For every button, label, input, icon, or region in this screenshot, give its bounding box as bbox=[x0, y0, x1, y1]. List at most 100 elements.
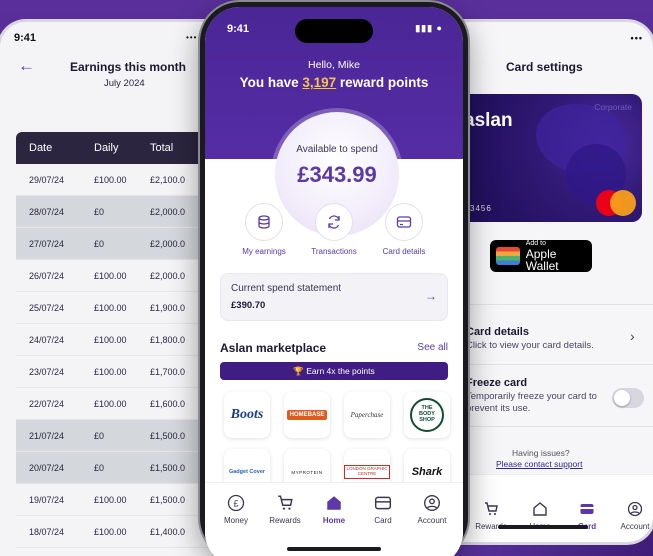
nav-item-rewards[interactable]: Rewards bbox=[260, 493, 310, 525]
table-row: 20/07/24 £0 £1,500.0 bbox=[16, 452, 212, 484]
reward-points-value[interactable]: 3,197 bbox=[302, 75, 336, 90]
marketplace-title: Aslan marketplace bbox=[220, 341, 327, 355]
cell-date: 23/07/24 bbox=[29, 366, 65, 377]
spend-statement-card[interactable]: Current spend statement £390.70 → bbox=[220, 273, 448, 321]
table-row: 28/07/24 £0 £2,000.0 bbox=[16, 196, 212, 228]
cell-date: 24/07/24 bbox=[29, 334, 65, 345]
nav-item-account[interactable]: Account bbox=[610, 499, 653, 531]
card-details-row[interactable]: Card details Click to view your card det… bbox=[466, 326, 646, 352]
chevron-right-icon[interactable]: › bbox=[630, 328, 635, 344]
see-all-link[interactable]: See all bbox=[417, 342, 448, 353]
arrow-right-icon: → bbox=[425, 289, 437, 303]
card-number: 3456 bbox=[470, 204, 492, 213]
spend-statement-title: Current spend statement bbox=[231, 283, 342, 294]
cell-date: 28/07/24 bbox=[29, 206, 65, 217]
brand-tile-paperchase[interactable]: Paperchase bbox=[344, 392, 390, 438]
cell-date: 27/07/24 bbox=[29, 238, 65, 249]
cell-daily: £100.00 bbox=[94, 270, 127, 281]
add-to-apple-wallet-button[interactable]: Add to Apple Wallet bbox=[490, 240, 592, 272]
cell-daily: £0 bbox=[94, 462, 105, 473]
freeze-card-title: Freeze card bbox=[466, 377, 528, 389]
wallet-label-small: Add to bbox=[525, 240, 546, 247]
cell-daily: £100.00 bbox=[94, 302, 127, 313]
cell-daily: £0 bbox=[94, 238, 105, 249]
divider bbox=[458, 364, 653, 365]
wallet-label: Apple Wallet bbox=[525, 247, 559, 273]
back-arrow-icon[interactable]: ← bbox=[18, 56, 35, 76]
transactions-button[interactable]: Transactions bbox=[294, 203, 374, 256]
status-time: 9:41 bbox=[14, 32, 37, 44]
brand-tile-body-shop[interactable]: THE BODY SHOP bbox=[404, 392, 450, 438]
available-label: Available to spend bbox=[296, 144, 378, 155]
card-icon bbox=[385, 203, 423, 241]
column-header-date: Date bbox=[29, 142, 53, 154]
mastercard-icon bbox=[596, 190, 636, 216]
table-row: 27/07/24 £0 £2,000.0 bbox=[16, 228, 212, 260]
table-row: 18/07/24 £100.00 £1,400.0 bbox=[16, 516, 212, 548]
trophy-icon: 🏆 bbox=[293, 366, 304, 376]
brand-tile-homebase[interactable]: HOMEBASE bbox=[284, 392, 330, 438]
center-phone: 9:41 ▮▮▮ ● Hello, Mike You have 3,197 re… bbox=[200, 2, 468, 556]
card-tag: Corporate bbox=[594, 102, 632, 112]
divider bbox=[458, 426, 653, 427]
account-icon bbox=[610, 499, 653, 519]
card-icon bbox=[562, 499, 612, 519]
status-icons: ••• bbox=[186, 33, 198, 42]
bottom-nav: Rewards Home Card Account bbox=[440, 474, 653, 542]
wallet-icon bbox=[496, 247, 520, 265]
column-header-daily: Daily bbox=[94, 142, 119, 154]
card-details-title: Card details bbox=[466, 326, 529, 338]
svg-text:£: £ bbox=[233, 499, 238, 509]
status-time: 9:41 bbox=[227, 23, 250, 35]
home-icon bbox=[515, 499, 565, 519]
cell-daily: £100.00 bbox=[94, 494, 127, 505]
table-row: 22/07/24 £100.00 £1,600.0 bbox=[16, 388, 212, 420]
cell-daily: £100.00 bbox=[94, 334, 127, 345]
cell-daily: £100.00 bbox=[94, 174, 127, 185]
cell-daily: £100.00 bbox=[94, 398, 127, 409]
earnings-screen: 9:41 ••• ← Earnings this month July 2024… bbox=[0, 22, 212, 556]
nav-item-account[interactable]: Account bbox=[407, 493, 457, 525]
status-icons: ••• bbox=[630, 33, 643, 43]
nav-item-home[interactable]: Home bbox=[309, 493, 359, 525]
card-icon bbox=[358, 493, 408, 513]
cart-icon bbox=[466, 499, 516, 519]
table-row: 19/07/24 £100.00 £1,500.0 bbox=[16, 484, 212, 516]
cell-date: 26/07/24 bbox=[29, 270, 65, 281]
cell-daily: £100.00 bbox=[94, 366, 127, 377]
my-earnings-button[interactable]: My earnings bbox=[224, 203, 304, 256]
reward-points-headline: You have 3,197 reward points bbox=[239, 75, 429, 90]
freeze-card-row: Freeze card Temporarily freeze your card… bbox=[466, 377, 606, 416]
cell-daily: £0 bbox=[94, 206, 105, 217]
cell-date: 22/07/24 bbox=[29, 398, 65, 409]
pound-icon: £ bbox=[211, 493, 261, 513]
nav-item-money[interactable]: £ Money bbox=[211, 493, 261, 525]
status-icons: ▮▮▮ ● bbox=[415, 23, 443, 33]
freeze-card-toggle[interactable] bbox=[612, 388, 644, 408]
cell-date: 25/07/24 bbox=[29, 302, 65, 313]
table-row: 26/07/24 £100.00 £2,000.0 bbox=[16, 260, 212, 292]
brand-tile-boots[interactable]: Boots bbox=[224, 392, 270, 438]
card-details-button[interactable]: Card details bbox=[364, 203, 444, 256]
account-icon bbox=[407, 493, 457, 513]
card-details-desc: Click to view your card details. bbox=[466, 340, 594, 351]
coins-icon bbox=[245, 203, 283, 241]
contact-support-link[interactable]: Please contact support bbox=[496, 459, 582, 469]
dynamic-island bbox=[295, 19, 373, 43]
payment-card[interactable]: Corporate aslan 3456 bbox=[456, 94, 642, 222]
nav-item-card[interactable]: Card bbox=[358, 493, 408, 525]
earnings-table: Date Daily Total 29/07/24 £100.00 £2,100.0… bbox=[16, 132, 212, 556]
cart-icon bbox=[260, 493, 310, 513]
available-amount: £343.99 bbox=[297, 162, 377, 187]
card-brand-logo: aslan bbox=[464, 110, 513, 131]
page-title: Earnings this month bbox=[70, 60, 187, 74]
refresh-icon bbox=[315, 203, 353, 241]
table-row: 21/07/24 £0 £1,500.0 bbox=[16, 420, 212, 452]
bottom-nav: £ Money Rewards Home Card Account bbox=[205, 482, 463, 556]
table-header: Date Daily Total bbox=[16, 132, 212, 164]
cell-date: 29/07/24 bbox=[29, 174, 65, 185]
page-title: Card settings bbox=[506, 60, 583, 74]
cell-date: 19/07/24 bbox=[29, 494, 65, 505]
earn-points-banner[interactable]: 🏆 Earn 4x the points bbox=[220, 362, 448, 380]
home-icon bbox=[309, 493, 359, 513]
